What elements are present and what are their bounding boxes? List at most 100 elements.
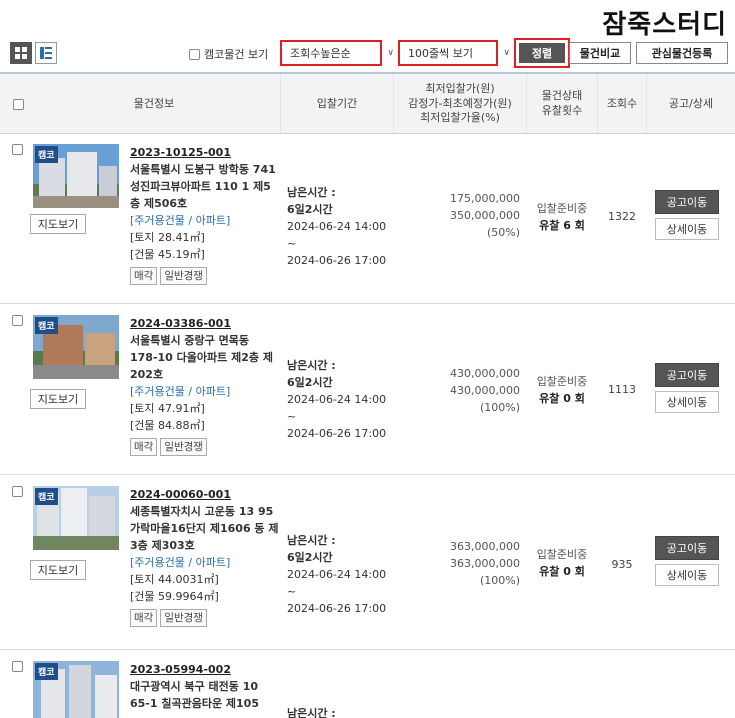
- list-view-button[interactable]: [35, 42, 57, 64]
- chevron-down-icon: ∨: [387, 48, 394, 58]
- building-area: [건물 59.9964㎡]: [130, 590, 219, 603]
- header-views: 조회수: [606, 96, 638, 110]
- grid-icon: [15, 47, 27, 59]
- bid-start: 2024-06-24 14:00 ~: [287, 393, 387, 423]
- property-photo[interactable]: 캠코: [33, 661, 119, 718]
- select-all-checkbox[interactable]: [12, 98, 24, 110]
- case-number-link[interactable]: 2023-10125-001: [130, 144, 280, 161]
- register-interest-button[interactable]: 관심물건등록: [636, 42, 728, 64]
- remaining-time: 6일2시간: [287, 551, 333, 564]
- property-photo[interactable]: 캠코: [33, 315, 119, 379]
- price-info: 430,000,000 430,000,000 (100%): [430, 365, 520, 416]
- fail-count: 유찰 0 회: [539, 565, 585, 578]
- notice-button[interactable]: 공고이동: [655, 190, 719, 214]
- sort-order-select[interactable]: 조회수높은순 ∨: [280, 40, 394, 66]
- min-bid-rate: (100%): [479, 574, 520, 587]
- view-count: 935: [611, 558, 633, 571]
- min-bid-price: 430,000,000: [450, 367, 520, 380]
- header-notice: 공고/상세: [668, 96, 714, 110]
- table-row: 캠코 2023-05994-002 대구광역시 북구 태전동 10 65-1 칠…: [0, 651, 735, 718]
- map-view-button[interactable]: 지도보기: [30, 214, 86, 234]
- property-info: 2023-05994-002 대구광역시 북구 태전동 10 65-1 칠곡관음…: [130, 661, 280, 712]
- notice-button[interactable]: 공고이동: [655, 536, 719, 560]
- page-size-value: 100줄씩 보기: [408, 47, 473, 60]
- land-area: [토지 47.91㎡]: [130, 402, 205, 415]
- property-photo[interactable]: 캠코: [33, 144, 119, 208]
- general-competition-tag: 일반경쟁: [160, 267, 207, 285]
- compare-button[interactable]: 물건비교: [569, 42, 631, 64]
- map-view-button[interactable]: 지도보기: [30, 560, 86, 580]
- header-status-line2: 유찰횟수: [541, 104, 583, 117]
- remaining-time: 6일2시간: [287, 203, 333, 216]
- sort-order-value: 조회수높은순: [290, 47, 351, 60]
- camco-badge: 캠코: [35, 317, 58, 334]
- status-text: 입찰준비중: [536, 202, 588, 215]
- remaining-time: 6일2시간: [287, 376, 333, 389]
- detail-button[interactable]: 상세이동: [655, 391, 719, 413]
- property-category: [주거용건물 / 아파트]: [130, 214, 231, 227]
- sale-tag: 매각: [130, 609, 158, 627]
- property-address: 서울특별시 도봉구 방학동 741 성진파크뷰아파트 110 1 제5층 제50…: [130, 163, 276, 210]
- property-info: 2023-10125-001 서울특별시 도봉구 방학동 741 성진파크뷰아파…: [130, 144, 280, 285]
- item-status: 입찰준비중 유찰 0 회: [528, 373, 596, 407]
- bid-start: 2024-06-24 14:00 ~: [287, 568, 387, 598]
- list-icon: [40, 47, 52, 59]
- remaining-label: 남은시간 :: [287, 707, 336, 718]
- case-number-link[interactable]: 2023-05994-002: [130, 661, 280, 678]
- table-row: 캠코 지도보기 2023-10125-001 서울특별시 도봉구 방학동 741…: [0, 134, 735, 304]
- detail-button[interactable]: 상세이동: [655, 564, 719, 586]
- header-status-line1: 물건상태: [541, 89, 583, 103]
- fail-count: 유찰 6 회: [539, 219, 585, 232]
- building-area: [건물 84.88㎡]: [130, 419, 205, 432]
- header-status: 물건상태 유찰횟수: [527, 74, 597, 134]
- camco-only-checkbox[interactable]: 캠코물건 보기: [189, 46, 268, 62]
- view-count: 1113: [608, 383, 636, 396]
- min-bid-price: 363,000,000: [450, 540, 520, 553]
- header-price-line2: 감정가-최초예정가(원): [408, 96, 512, 110]
- remaining-label: 남은시간 :: [287, 534, 336, 547]
- appraisal-price: 430,000,000: [450, 384, 520, 397]
- checkbox-box[interactable]: [189, 48, 200, 60]
- detail-button[interactable]: 상세이동: [655, 218, 719, 240]
- property-address: 대구광역시 북구 태전동 10 65-1 칠곡관음타운 제105: [130, 680, 259, 710]
- status-text: 입찰준비중: [536, 375, 588, 388]
- general-competition-tag: 일반경쟁: [160, 438, 207, 456]
- map-view-button[interactable]: 지도보기: [30, 389, 86, 409]
- header-select-all[interactable]: [8, 74, 28, 134]
- row-checkbox[interactable]: [12, 661, 23, 672]
- bid-period: 남은시간 : 6일2시간 2024-06-24 14:00 ~ 2024-06-…: [287, 184, 397, 269]
- appraisal-price: 363,000,000: [450, 557, 520, 570]
- notice-button[interactable]: 공고이동: [655, 363, 719, 387]
- header-price-line1: 최저입찰가(원): [425, 81, 495, 95]
- price-info: 363,000,000 363,000,000 (100%): [430, 538, 520, 589]
- header-price: 최저입찰가(원) 감정가-최초예정가(원) 최저입찰가율(%): [394, 74, 526, 134]
- item-status: 입찰준비중 유찰 0 회: [528, 546, 596, 580]
- table-header: 물건정보 입찰기간 최저입찰가(원) 감정가-최초예정가(원) 최저입찰가율(%…: [0, 72, 735, 134]
- row-checkbox[interactable]: [12, 486, 23, 497]
- camco-badge: 캠코: [35, 663, 58, 680]
- bid-period: 남은시간 : 6일2시간 2024-06-24 14:00 ~ 2024-06-…: [287, 357, 397, 442]
- row-checkbox[interactable]: [12, 315, 23, 326]
- item-status: 입찰준비중 유찰 6 회: [528, 200, 596, 234]
- case-number-link[interactable]: 2024-00060-001: [130, 486, 280, 503]
- property-photo[interactable]: 캠코: [33, 486, 119, 550]
- sort-button[interactable]: 정렬: [519, 43, 565, 63]
- table-row: 캠코 지도보기 2024-00060-001 세종특별자치시 고운동 13 95…: [0, 476, 735, 650]
- min-bid-rate: (100%): [479, 401, 520, 414]
- land-area: [토지 28.41㎡]: [130, 231, 205, 244]
- table-row: 캠코 지도보기 2024-03386-001 서울특별시 중랑구 면목동 178…: [0, 305, 735, 475]
- page-size-select[interactable]: 100줄씩 보기 ∨: [398, 40, 510, 66]
- header-period: 입찰기간: [316, 96, 358, 110]
- remaining-label: 남은시간 :: [287, 186, 336, 199]
- header-price-line3: 최저입찰가율(%): [420, 111, 500, 125]
- land-area: [토지 44.0031㎡]: [130, 573, 219, 586]
- general-competition-tag: 일반경쟁: [160, 609, 207, 627]
- camco-badge: 캠코: [35, 146, 58, 163]
- row-checkbox[interactable]: [12, 144, 23, 155]
- case-number-link[interactable]: 2024-03386-001: [130, 315, 280, 332]
- bid-start: 2024-06-24 14:00 ~: [287, 220, 387, 250]
- watermark-text: 잠죽스터디: [602, 10, 727, 40]
- camco-only-label: 캠코물건 보기: [204, 48, 269, 61]
- bid-end: 2024-06-26 17:00: [287, 602, 387, 615]
- grid-view-button[interactable]: [10, 42, 32, 64]
